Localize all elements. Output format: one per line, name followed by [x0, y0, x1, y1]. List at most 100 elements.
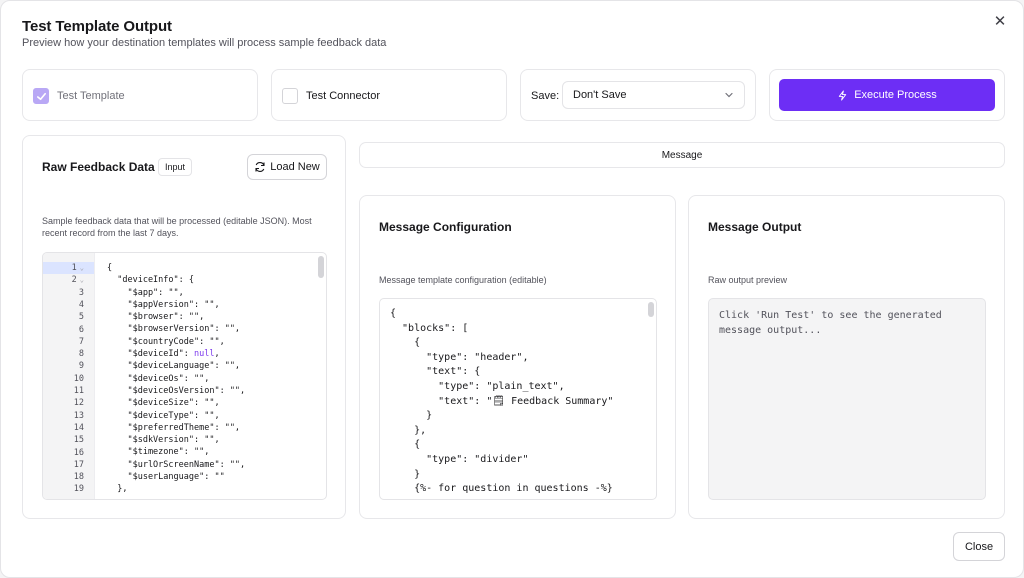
line-number: 19	[73, 484, 84, 495]
tab-message-label: Message	[661, 149, 703, 161]
message-output-card: Message Output Raw output preview Click …	[688, 195, 1005, 519]
code-line: "$browserVersion": "",	[107, 324, 241, 335]
message-output-preview: Click 'Run Test' to see the generated me…	[708, 298, 986, 500]
message-template-editor[interactable]: { "blocks": [ { "type": "header", "text"…	[379, 298, 657, 500]
line-number: 16	[73, 447, 84, 458]
template-code-line: "text": {	[390, 366, 481, 378]
code-line: "$sdkVersion": "",	[107, 435, 220, 446]
modal-title: Test Template Output	[22, 18, 172, 35]
chevron-down-icon	[725, 92, 733, 98]
fold-icon[interactable]: ⌄	[80, 264, 84, 272]
line-number-gutter: 1 ⌄ 2 ⌄ 3 4 5 6 7 8 9 10 11 12 13 14 15 16 17 18 19	[43, 253, 95, 499]
line-number: 7	[78, 336, 84, 347]
test-connector-checkbox[interactable]	[282, 88, 298, 104]
lightning-icon	[839, 89, 847, 101]
code-line: "$deviceOs": "",	[107, 373, 210, 384]
line-number: 4	[78, 299, 84, 310]
refresh-icon	[255, 162, 265, 172]
template-code-line: "type": "header",	[390, 351, 529, 363]
template-code-line: {%- for question in questions -%}	[390, 483, 613, 495]
raw-feedback-card: Raw Feedback Data Input Load New Sample …	[22, 135, 346, 519]
execute-process-label: Execute Process	[854, 89, 937, 101]
raw-json-editor[interactable]: 1 ⌄ 2 ⌄ 3 4 5 6 7 8 9 10 11 12 13 14 15 16 17 18 19 { "devic…	[42, 252, 327, 500]
message-configuration-card: Message Configuration Message template c…	[359, 195, 676, 519]
code-line: "$userLanguage": ""	[107, 472, 225, 483]
template-code-line: }	[390, 468, 421, 480]
template-code-line: "type": "plain_text",	[390, 380, 565, 392]
template-code-line: {	[390, 439, 421, 451]
message-configuration-title: Message Configuration	[379, 220, 512, 234]
code-line: {	[107, 263, 113, 273]
line-number: 15	[73, 435, 84, 446]
template-code-line: "blocks": [	[390, 322, 469, 334]
line-number: 18	[73, 472, 84, 483]
code-line: },	[107, 484, 128, 495]
code-line: "$timezone": "",	[107, 447, 210, 458]
line-number: 17	[73, 459, 84, 470]
load-new-label: Load New	[270, 161, 320, 173]
code-line: "$deviceType": "",	[107, 410, 220, 421]
code-line: "$countryCode": "",	[107, 336, 225, 347]
line-number: 3	[78, 287, 84, 298]
raw-feedback-title: Raw Feedback Data	[42, 160, 155, 174]
execute-process-button[interactable]: Execute Process	[779, 79, 995, 111]
test-template-checkbox[interactable]	[33, 88, 49, 104]
test-template-modal: ✕ Test Template Output Preview how your …	[0, 0, 1024, 578]
template-code-line: {	[390, 308, 397, 319]
save-label: Save:	[531, 90, 560, 102]
line-number: 13	[73, 410, 84, 421]
test-connector-toggle[interactable]: Test Connector	[282, 88, 380, 104]
editor-scrollbar[interactable]	[318, 256, 324, 278]
message-configuration-description: Message template configuration (editable…	[379, 275, 547, 285]
message-template-code[interactable]: { "blocks": [ { "type": "header", "text"…	[390, 307, 613, 497]
template-code-line: }	[390, 410, 433, 422]
template-code-line: },	[390, 424, 427, 436]
close-button[interactable]: Close	[953, 532, 1005, 561]
test-template-label: Test Template	[57, 90, 125, 102]
execute-option: Execute Process	[769, 69, 1005, 121]
test-template-toggle[interactable]: Test Template	[33, 88, 125, 104]
save-select-value: Don't Save	[573, 89, 627, 101]
line-number: 1 ⌄	[43, 262, 94, 275]
raw-json-code[interactable]: { "deviceInfo": { "$app": "", "$appVersi…	[107, 262, 245, 496]
code-line: "$deviceLanguage": "",	[107, 361, 241, 372]
fold-icon[interactable]: ⌄	[80, 276, 84, 284]
test-connector-option: Test Connector	[271, 69, 507, 121]
message-output-title: Message Output	[708, 220, 802, 234]
save-select[interactable]: Don't Save	[562, 81, 745, 109]
test-template-option: Test Template	[22, 69, 258, 121]
code-line: "$deviceOsVersion": "",	[107, 385, 246, 396]
line-number: 12	[73, 398, 84, 409]
template-code-line: "text": "🗒 Feedback Summary"	[390, 395, 614, 407]
line-number: 6	[78, 324, 84, 335]
input-badge: Input	[158, 158, 193, 176]
line-number: 9	[78, 361, 84, 372]
check-icon	[36, 92, 46, 100]
line-number: 14	[73, 422, 84, 433]
load-new-button[interactable]: Load New	[247, 154, 327, 180]
code-line: "$browser": "",	[107, 312, 205, 323]
code-line: "$deviceSize": "",	[107, 398, 220, 409]
save-option: Save: Don't Save	[520, 69, 756, 121]
test-connector-label: Test Connector	[306, 90, 380, 102]
code-line: "deviceInfo": {	[107, 275, 194, 286]
message-output-description: Raw output preview	[708, 275, 788, 285]
close-button-label: Close	[964, 540, 994, 553]
template-scrollbar[interactable]	[648, 302, 654, 317]
code-line: "$deviceId": null,	[107, 349, 220, 360]
code-line: "$preferredTheme": "",	[107, 422, 241, 433]
line-number: 10	[73, 373, 84, 384]
line-number: 5	[78, 312, 84, 323]
template-code-line: {	[390, 337, 421, 349]
modal-subtitle: Preview how your destination templates w…	[22, 37, 387, 49]
line-number: 11	[73, 386, 84, 396]
close-icon[interactable]: ✕	[991, 13, 1009, 31]
template-code-line: "type": "divider"	[390, 453, 529, 465]
code-line: "$app": "",	[107, 287, 184, 298]
raw-feedback-description: Sample feedback data that will be proces…	[42, 216, 312, 238]
code-line: "$urlOrScreenName": "",	[107, 459, 246, 470]
line-number: 8	[78, 349, 84, 360]
line-number: 2 ⌄	[71, 275, 84, 286]
tab-message[interactable]: Message	[359, 142, 1005, 168]
message-output-placeholder: Click 'Run Test' to see the generated me…	[719, 310, 942, 336]
